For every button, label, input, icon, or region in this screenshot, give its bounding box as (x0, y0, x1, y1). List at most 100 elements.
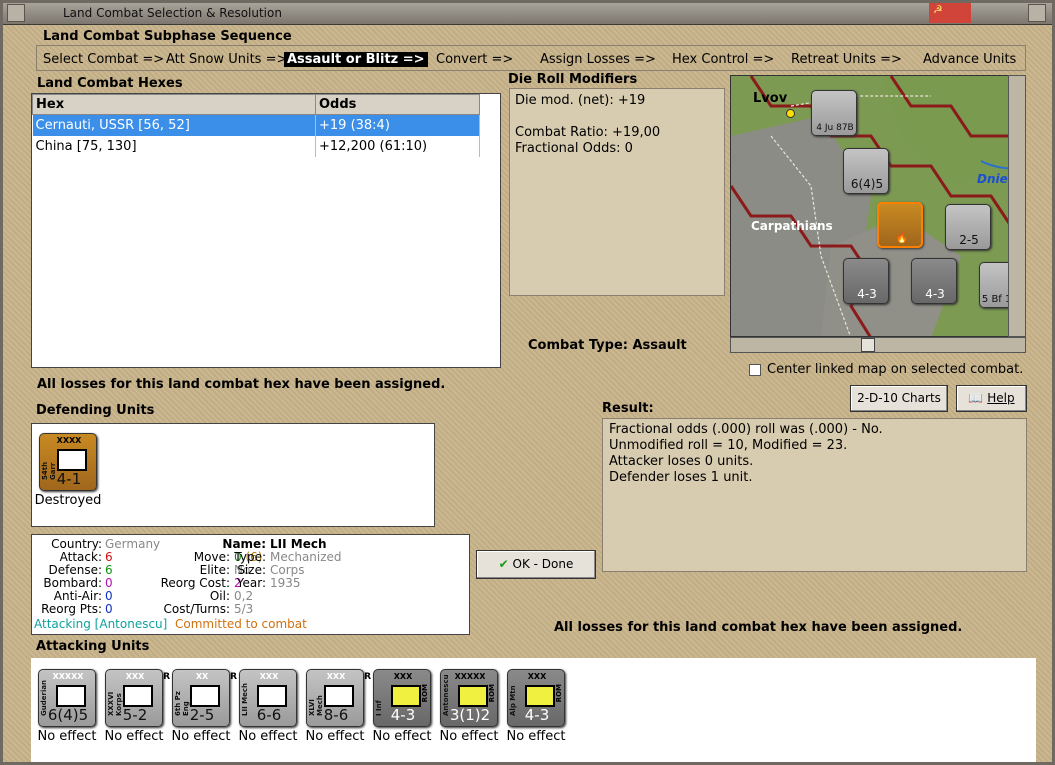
unit-nation: ROM (421, 684, 429, 703)
country-value: Germany (105, 537, 161, 551)
odds-cell: +19 (38:4) (315, 114, 480, 136)
result-line: Attacker loses 0 units. (609, 454, 754, 469)
attacking-heading: Attacking Units (36, 639, 150, 654)
unit-symbol-icon (123, 685, 153, 707)
committed-status: Committed to combat (175, 617, 307, 631)
attacking-unit-chip[interactable]: XXX LII Mech 6-6 (239, 669, 297, 727)
map-unit-stuka[interactable]: 4 Ju 87B (811, 90, 857, 136)
die-roll-panel: Die mod. (net): +19 Combat Ratio: +19,00… (509, 88, 725, 296)
charts-button[interactable]: 2-D-10 Charts (850, 385, 948, 412)
map-unit-inf[interactable]: 4-3 (911, 258, 957, 304)
map-unit-alp[interactable]: 4-3 (843, 258, 889, 304)
title-bar: Land Combat Selection & Resolution ☭ (3, 3, 1052, 25)
map-hscroll-thumb[interactable] (861, 338, 875, 352)
unit-size: XXX (527, 672, 547, 681)
restore-button[interactable] (1028, 4, 1046, 22)
map-label-region: Carpathians (751, 219, 833, 233)
defending-status: Destroyed (34, 493, 102, 508)
attacking-unit-chip[interactable]: XXX I Inf 4-3 ROM (373, 669, 431, 727)
attacking-unit-chip[interactable]: XXXXX Antonescu 3(1)2 ROM (440, 669, 498, 727)
combat-window: Land Combat Selection & Resolution ☭ Lan… (0, 0, 1055, 765)
unit-value: 4-3 (390, 706, 416, 724)
help-label: Help (987, 391, 1015, 405)
unit-size: XXX (326, 672, 346, 681)
system-menu-button[interactable] (7, 4, 25, 22)
losses-message: All losses for this land combat hex have… (37, 377, 446, 392)
map-unit-defender[interactable]: 🔥 (877, 202, 923, 248)
attacking-unit-chip[interactable]: XXX XXXVI Korps 5-2 R (105, 669, 170, 727)
map-unit-mech[interactable]: 2-5 (945, 204, 991, 250)
die-mod-net: Die mod. (net): +19 (515, 93, 646, 108)
attacking-unit-chip[interactable]: XX 6th Pz Eng 2-5 R (172, 669, 237, 727)
step-assault-blitz: Assault or Blitz => (284, 52, 428, 67)
garrison-symbol-icon (57, 449, 87, 471)
attacking-unit-status: No effect (506, 729, 566, 744)
linked-map[interactable]: Lvov Carpathians Dnies 4 Ju 87B 6(4)5 🔥 … (730, 75, 1026, 337)
unit-size: XXX (393, 672, 413, 681)
checkmark-icon: ✔ (498, 557, 509, 571)
unit-value: 4-1 (56, 470, 82, 488)
attacking-unit-status: No effect (372, 729, 432, 744)
attacking-unit-chip[interactable]: XXXXX Guderian 6(4)5 (38, 669, 96, 727)
hexes-table-panel: Hex Odds Cernauti, USSR [56, 52] +19 (38… (31, 93, 501, 368)
fractional-odds: Fractional Odds: 0 (515, 141, 633, 156)
unit-size: XXX (125, 672, 145, 681)
subphase-heading: Land Combat Subphase Sequence (43, 29, 292, 44)
col-hex[interactable]: Hex (32, 94, 316, 115)
result-panel: Fractional odds (.000) roll was (.000) -… (602, 418, 1027, 572)
unit-flag: R (230, 672, 237, 682)
die-roll-heading: Die Roll Modifiers (508, 72, 638, 87)
window-title: Land Combat Selection & Resolution (63, 6, 282, 20)
unit-symbol-icon (56, 685, 86, 707)
attacking-unit-status: No effect (171, 729, 231, 744)
attacking-unit-status: No effect (238, 729, 298, 744)
unit-value: 5-2 (122, 706, 148, 724)
unit-value: 8-6 (323, 706, 349, 724)
col-odds[interactable]: Odds (315, 94, 480, 115)
unit-size: XXXX (56, 436, 82, 445)
reorg-pts-label: Reorg Pts: (41, 602, 102, 616)
attacking-unit-chip[interactable]: XXX Alp Mtn 4-3 ROM (507, 669, 565, 727)
center-map-label: Center linked map on selected combat. (767, 362, 1024, 377)
combat-type: Combat Type: Assault (528, 338, 687, 353)
ok-done-label: OK - Done (512, 557, 574, 571)
map-label-city: Lvov (753, 91, 788, 106)
hex-cell: China [75, 130] (32, 135, 316, 157)
hexes-header-row: Hex Odds (32, 94, 480, 115)
unit-value: 2-5 (189, 706, 215, 724)
odds-cell: +12,200 (61:10) (315, 135, 480, 157)
defending-unit-chip[interactable]: XXXX 54th Garr 4-1 (39, 433, 97, 491)
result-line: Unmodified roll = 10, Modified = 23. (609, 438, 848, 453)
map-hscrollbar[interactable] (730, 337, 1026, 353)
help-button[interactable]: 📖 Help (956, 385, 1027, 412)
unit-symbol-icon (190, 685, 220, 707)
unit-symbol-icon (458, 685, 488, 707)
attacking-status: Attacking [Antonescu] (34, 617, 168, 631)
hex-cell: Cernauti, USSR [56, 52] (32, 114, 316, 136)
hexes-table: Hex Odds Cernauti, USSR [56, 52] +19 (38… (32, 94, 480, 157)
combat-type-label: Combat Type: (528, 338, 628, 353)
step-advance: Advance Units (923, 52, 1017, 67)
unit-nation: ROM (488, 684, 496, 703)
step-retreat: Retreat Units => (791, 52, 902, 67)
center-map-checkbox[interactable] (749, 364, 761, 376)
attacking-unit-status: No effect (305, 729, 365, 744)
hexes-heading: Land Combat Hexes (37, 76, 183, 91)
cost-label: Cost/Turns: (163, 602, 230, 616)
ok-done-button[interactable]: ✔ OK - Done (476, 550, 596, 579)
hex-row[interactable]: Cernauti, USSR [56, 52] +19 (38:4) (32, 114, 480, 136)
map-unit-guderian[interactable]: 6(4)5 (843, 148, 889, 194)
unit-flag: R (364, 672, 371, 682)
unit-size: XXX (259, 672, 279, 681)
map-vscrollbar[interactable] (1008, 75, 1026, 337)
hex-row[interactable]: China [75, 130] +12,200 (61:10) (32, 135, 480, 157)
combat-type-value: Assault (632, 338, 687, 353)
year-value: 1935 (270, 576, 301, 590)
attacking-unit-chip[interactable]: XXX XLVI Mech 8-6 R (306, 669, 371, 727)
defending-panel: XXXX 54th Garr 4-1 Destroyed (31, 423, 435, 527)
result-heading: Result: (602, 401, 654, 416)
losses-message-2: All losses for this land combat hex have… (554, 620, 963, 635)
result-line: Fractional odds (.000) roll was (.000) -… (609, 422, 883, 437)
close-button[interactable]: ☭ (929, 3, 971, 23)
unit-symbol-icon (324, 685, 354, 707)
